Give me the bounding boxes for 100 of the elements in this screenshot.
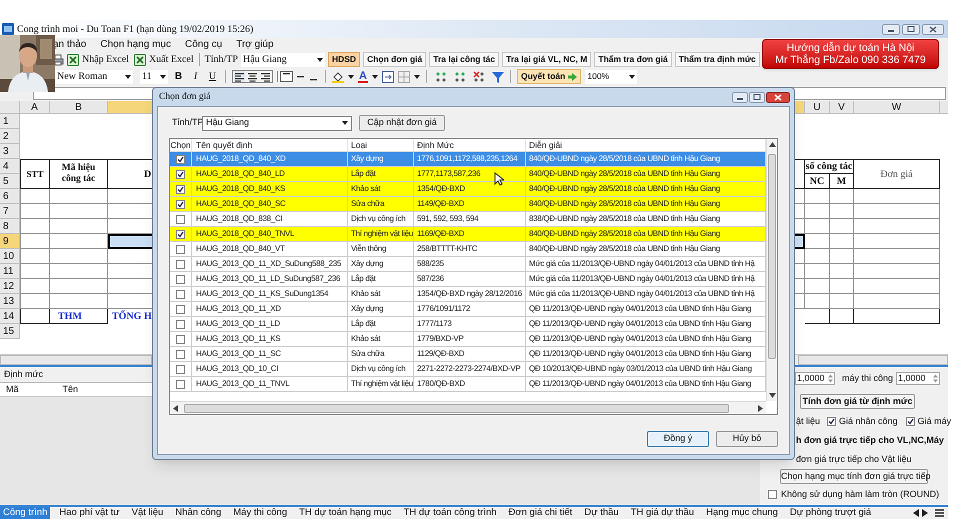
checkbox[interactable] xyxy=(827,416,836,426)
checkbox[interactable] xyxy=(176,154,185,164)
checkbox[interactable] xyxy=(176,304,185,314)
import-excel-button[interactable]: Nhập Excel xyxy=(67,52,129,67)
sheet-tab[interactable]: Dự thầu xyxy=(581,507,622,519)
horizontal-scrollbar[interactable] xyxy=(798,355,948,365)
toolbar-button[interactable]: Tra lại giá VL, NC, M xyxy=(502,52,592,67)
minimize-icon[interactable] xyxy=(732,92,748,102)
close-icon[interactable] xyxy=(922,24,944,34)
checkbox[interactable] xyxy=(176,274,185,284)
table-row[interactable]: HAUG_2013_QD_11_LD_SuDung587_236 Lắp đặt 587/236 Mức giá của 11/2013/QĐ-UBND ngày 04/01/2013 của UBND tỉnh Hậ xyxy=(170,272,766,287)
table-row[interactable]: HAUG_2013_QD_11_XD_SuDung588_235 Xây dựng 588/235 Mức giá của 11/2013/QĐ-UBND ngày 04/01/2013 của UBND tỉnh Hậ xyxy=(170,257,766,272)
table-row[interactable]: HAUG_2013_QD_11_KS_SuDung1354 Khảo sát 1354/QĐ-BXD ngày 28/12/2016 Mức giá của 11/2013/QĐ-UBND ngày 04/01/2013 của UBND tỉnh Hậ xyxy=(170,287,766,302)
province-dropdown[interactable]: Hậu Giang xyxy=(202,116,352,130)
table-row[interactable]: HAUG_2018_QD_838_CI Dịch vụ công ích 591, 592, 593, 594 838/QĐ-UBND ngày 28/5/2018 của UBND tỉnh Hậu Giang xyxy=(170,212,766,227)
checkbox[interactable] xyxy=(176,170,185,178)
filter-icon[interactable] xyxy=(492,70,504,82)
toolbar-button[interactable]: Thẩm tra đơn giá xyxy=(594,52,672,67)
scrollbar-thumb[interactable] xyxy=(184,404,729,412)
sheet-tab[interactable]: TH dự toán công trình xyxy=(400,507,500,519)
column-header[interactable]: B xyxy=(50,101,108,114)
checkbox[interactable] xyxy=(176,334,185,344)
row-header[interactable]: 6 xyxy=(0,189,20,204)
table-row[interactable]: HAUG_2013_QD_10_CI Dịch vụ công ích 2271-2272-2273-2274/BXD-VP QĐ 10/2013/QĐ-UBND ngày 03/01/2013 của UBND tỉnh Hậu Giang xyxy=(170,362,766,377)
checkbox[interactable] xyxy=(176,230,185,238)
row-header[interactable]: 3 xyxy=(0,144,20,159)
row-header[interactable]: 8 xyxy=(0,219,20,234)
column-header[interactable]: A xyxy=(20,101,50,114)
sheet-tab[interactable]: Đơn giá chi tiết xyxy=(506,507,576,519)
checkbox[interactable] xyxy=(176,364,185,374)
column-header[interactable]: Loại xyxy=(348,139,414,151)
checkbox[interactable] xyxy=(176,380,185,388)
menu-icon[interactable] xyxy=(935,509,944,517)
promo-banner[interactable]: Hướng dẫn dự toán Hà Nội Mr Thắng Fb/Zalo 090 336 7479 xyxy=(762,39,939,69)
column-header[interactable]: U xyxy=(805,101,830,114)
menu-item[interactable]: Trợ giúp xyxy=(236,37,274,52)
vertical-scrollbar[interactable] xyxy=(766,139,777,401)
table-row[interactable]: HAUG_2013_QD_11_LD Lắp đặt 1777/1173 QĐ 11/2013/QĐ-UBND ngày 04/01/2013 của UBND tỉnh Hậu Giang xyxy=(170,317,766,332)
zoom-dropdown[interactable]: 100% xyxy=(585,70,638,84)
row-header[interactable]: 10 xyxy=(0,249,20,264)
column-header[interactable]: V xyxy=(830,101,854,114)
toolbar-button[interactable]: HDSD xyxy=(328,52,360,67)
checkbox[interactable] xyxy=(906,416,915,426)
arrow-left-icon[interactable] xyxy=(913,509,919,517)
menu-item[interactable]: Công cụ xyxy=(184,37,222,52)
column-header[interactable]: Chọn xyxy=(170,139,192,151)
horizontal-scrollbar[interactable] xyxy=(170,401,766,414)
align-top-icon[interactable] xyxy=(280,71,293,82)
font-color-button[interactable]: A xyxy=(358,70,368,82)
insert-column-icon[interactable] xyxy=(454,70,466,82)
delete-row-icon[interactable] xyxy=(472,70,485,82)
settlement-button[interactable]: Quyết toán xyxy=(516,69,582,84)
fill-color-icon[interactable] xyxy=(332,70,344,82)
italic-button[interactable]: I xyxy=(189,69,202,84)
row-header[interactable]: 12 xyxy=(0,279,20,294)
checkbox[interactable] xyxy=(176,200,185,208)
caret-icon[interactable] xyxy=(348,74,354,78)
row-header[interactable]: 11 xyxy=(0,264,20,279)
table-row[interactable]: HAUG_2013_QD_11_KS Khảo sát 1779/BXD-VP QĐ 11/2013/QĐ-UBND ngày 04/01/2013 của UBND tỉnh Hậu Giang xyxy=(170,332,766,347)
minimize-icon[interactable] xyxy=(882,24,900,34)
arrow-left-icon[interactable] xyxy=(173,404,178,412)
row-header[interactable]: 1 xyxy=(0,114,20,129)
row-header[interactable]: 5 xyxy=(0,174,20,189)
arrow-right-icon[interactable] xyxy=(922,509,928,517)
column-header[interactable]: W xyxy=(854,101,940,114)
menu-item[interactable]: Chọn hạng mục xyxy=(100,37,171,52)
sheet-tab[interactable]: TH giá dự thầu xyxy=(628,507,698,519)
bold-button[interactable]: B xyxy=(172,69,185,84)
table-row[interactable]: HAUG_2018_QD_840_LD Lắp đặt 1777,1173,587,236 840/QĐ-UBND ngày 28/5/2018 của UBND tỉnh Hậu Giang xyxy=(170,167,766,182)
row-header[interactable]: 13 xyxy=(0,294,20,309)
close-icon[interactable] xyxy=(766,92,790,102)
maximize-icon[interactable] xyxy=(902,24,920,34)
row-header[interactable]: 9 xyxy=(0,234,20,249)
checkbox[interactable] xyxy=(176,214,185,224)
table-row[interactable]: HAUG_2018_QD_840_TNVL Thí nghiệm vật liệu 1169/QĐ-BXD 840/QĐ-UBND ngày 28/5/2018 của UBND tỉnh Hậu Giang xyxy=(170,227,766,242)
toolbar-button[interactable]: Chọn đơn giá xyxy=(363,52,426,67)
table-row[interactable]: HAUG_2018_QD_840_VT Viễn thông 258/BTTTT-KHTC 840/QĐ-UBND ngày 28/5/2018 của UBND tỉnh Hậu Giang xyxy=(170,242,766,257)
arrow-down-icon[interactable] xyxy=(768,393,776,398)
maximize-icon[interactable] xyxy=(749,92,765,102)
toolbar-button[interactable]: Tra lại công tác xyxy=(429,52,500,67)
checkbox[interactable] xyxy=(176,290,185,298)
sheet-tab[interactable]: Dự phòng trượt giá xyxy=(786,507,874,519)
row-header[interactable]: 4 xyxy=(0,159,20,174)
merge-cells-icon[interactable] xyxy=(382,70,394,82)
insert-row-icon[interactable] xyxy=(434,70,447,82)
dialog-button[interactable]: Đồng ý xyxy=(647,431,709,447)
caret-icon[interactable] xyxy=(414,74,420,78)
column-header[interactable]: Tên quyết định xyxy=(192,139,348,151)
align-left-icon[interactable] xyxy=(234,71,245,82)
select-category-button[interactable]: Chọn hạng mục tính đơn giá trực tiếp xyxy=(780,469,928,484)
sheet-tab[interactable]: Hạng mục chung xyxy=(703,507,781,519)
align-center-icon[interactable] xyxy=(247,71,258,82)
province-dropdown[interactable]: Hậu Giang xyxy=(240,52,325,66)
font-size-dropdown[interactable]: 11 xyxy=(140,70,168,84)
row-header[interactable]: 14 xyxy=(0,309,20,324)
sheet-tab[interactable]: Vật liệu xyxy=(128,507,166,519)
compute-button[interactable]: Tính đơn giá từ định mức xyxy=(800,394,915,408)
checkbox[interactable] xyxy=(176,350,185,358)
caret-icon[interactable] xyxy=(372,74,378,78)
font-dropdown[interactable]: New Roman xyxy=(55,70,133,84)
